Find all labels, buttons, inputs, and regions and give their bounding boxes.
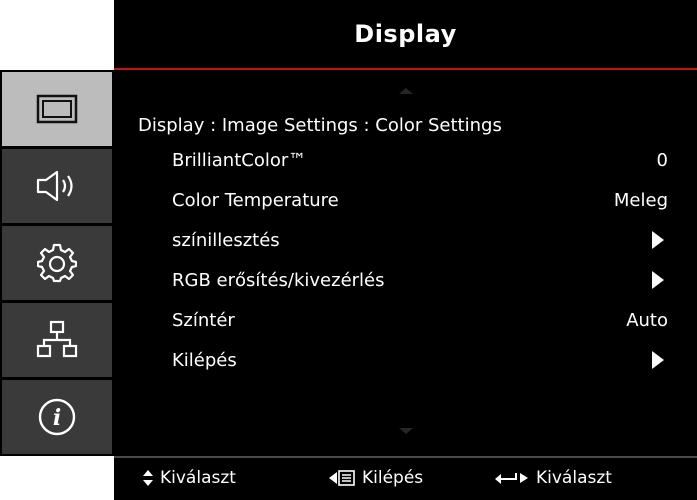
- menu-item-color-space[interactable]: Színtér Auto: [172, 304, 668, 336]
- menu-item-label: RGB erősítés/kivezérlés: [172, 269, 385, 291]
- hint-enter-label: Kiválaszt: [536, 468, 612, 488]
- menu-back-icon: [329, 470, 355, 486]
- menu-item-color-temperature[interactable]: Color Temperature Meleg: [172, 184, 668, 216]
- menu-item-label: Színtér: [172, 309, 235, 331]
- svg-text:i: i: [53, 405, 61, 431]
- enter-icon: [495, 473, 528, 484]
- sidebar-item-display[interactable]: [2, 72, 112, 146]
- info-icon: i: [38, 398, 76, 436]
- sidebar-item-info[interactable]: i: [2, 380, 112, 454]
- submenu-arrow-icon: [652, 231, 664, 249]
- speaker-icon: [36, 170, 73, 202]
- hint-select-label: Kiválaszt: [160, 468, 236, 488]
- menu-item-label: Color Temperature: [172, 189, 339, 211]
- breadcrumb: Display : Image Settings : Color Setting…: [138, 115, 502, 136]
- scroll-up-arrow-icon: [399, 88, 413, 94]
- display-icon: [36, 94, 78, 124]
- network-icon: [36, 320, 78, 358]
- up-down-arrow-icon: [143, 470, 153, 486]
- menu-panel: Display : Image Settings : Color Setting…: [114, 70, 697, 456]
- sidebar-item-network[interactable]: [2, 303, 112, 377]
- menu-item-label: Kilépés: [172, 349, 237, 371]
- hint-enter: Kiválaszt: [494, 468, 612, 488]
- menu-header: Display: [114, 0, 697, 70]
- hint-select: Kiválaszt: [142, 468, 236, 488]
- sidebar-item-setup[interactable]: [2, 226, 112, 300]
- submenu-arrow-icon: [652, 351, 664, 369]
- hint-exit-label: Kilépés: [362, 468, 424, 488]
- sidebar: i: [0, 70, 114, 456]
- scroll-down-arrow-icon: [399, 428, 413, 434]
- menu-item-value: Auto: [626, 309, 668, 331]
- page-title: Display: [354, 20, 457, 48]
- menu-item-value: Meleg: [613, 189, 668, 211]
- menu-item-label: BrilliantColor™: [172, 149, 307, 171]
- hint-exit: Kilépés: [328, 468, 423, 488]
- sidebar-item-audio[interactable]: [2, 149, 112, 223]
- gear-icon: [37, 243, 77, 283]
- menu-item-brilliantcolor[interactable]: BrilliantColor™ 0: [172, 144, 668, 176]
- submenu-arrow-icon: [652, 271, 664, 289]
- menu-item-rgb-gain-bias[interactable]: RGB erősítés/kivezérlés: [172, 264, 668, 296]
- footer-hints: Kiválaszt Kilépés Kiválaszt: [114, 456, 697, 500]
- menu-item-color-matching[interactable]: színillesztés: [172, 224, 668, 256]
- menu-item-exit[interactable]: Kilépés: [172, 344, 668, 376]
- menu-item-label: színillesztés: [172, 229, 280, 251]
- menu-item-value: 0: [656, 149, 668, 171]
